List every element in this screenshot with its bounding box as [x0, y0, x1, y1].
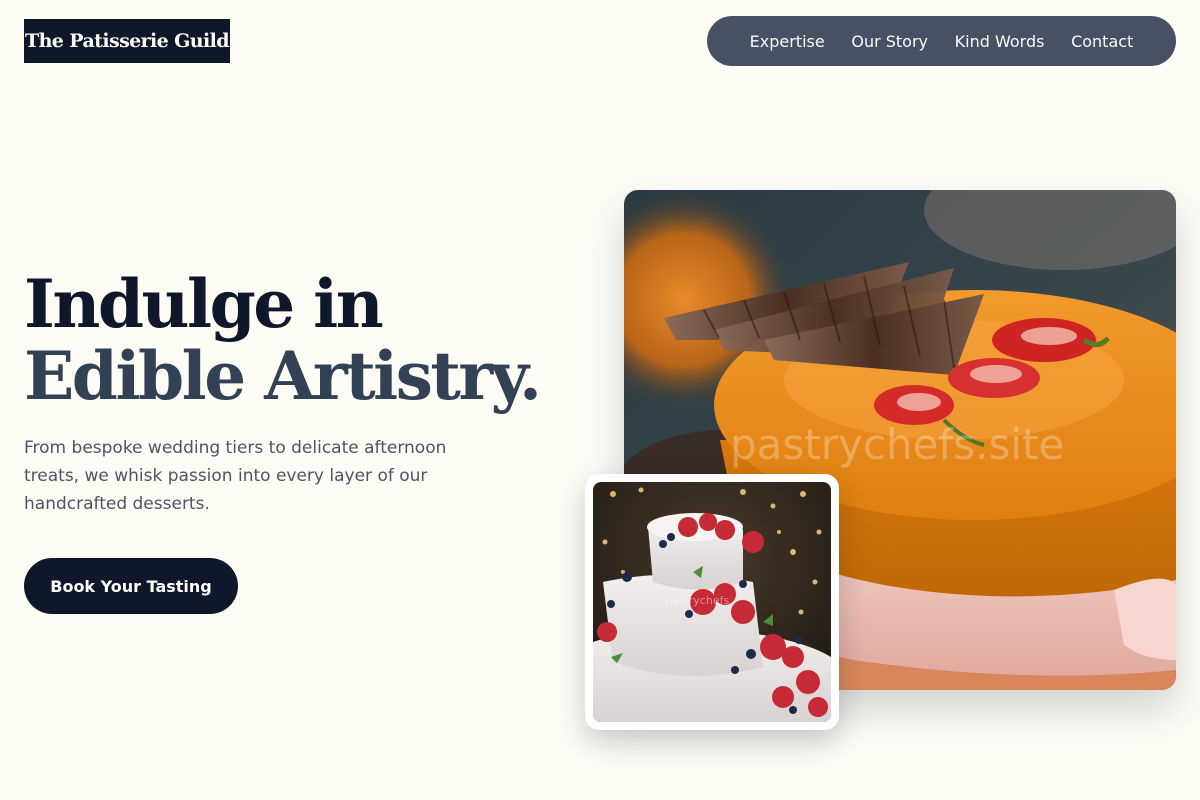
brand-logo[interactable]: The Patisserie Guild [24, 19, 230, 63]
headline-line-1: Indulge in [24, 265, 384, 343]
book-tasting-button[interactable]: Book Your Tasting [24, 558, 238, 614]
wedding-cake-image: pastrychefs [593, 482, 831, 722]
main-nav: Expertise Our Story Kind Words Contact [707, 16, 1176, 66]
nav-link-contact[interactable]: Contact [1071, 32, 1133, 51]
inset-image-watermark: pastrychefs [665, 594, 730, 607]
main-image-watermark: pastrychefs.site [730, 420, 1065, 469]
hero-lead-text: From bespoke wedding tiers to delicate a… [24, 438, 447, 514]
nav-link-expertise[interactable]: Expertise [750, 32, 825, 51]
headline-line-2: Edible Artistry. [24, 337, 542, 415]
nav-link-kind-words[interactable]: Kind Words [955, 32, 1045, 51]
nav-link-our-story[interactable]: Our Story [851, 32, 928, 51]
inset-image-frame: pastrychefs [585, 474, 839, 730]
hero-headline: Indulge in Edible Artistry. [24, 265, 542, 415]
